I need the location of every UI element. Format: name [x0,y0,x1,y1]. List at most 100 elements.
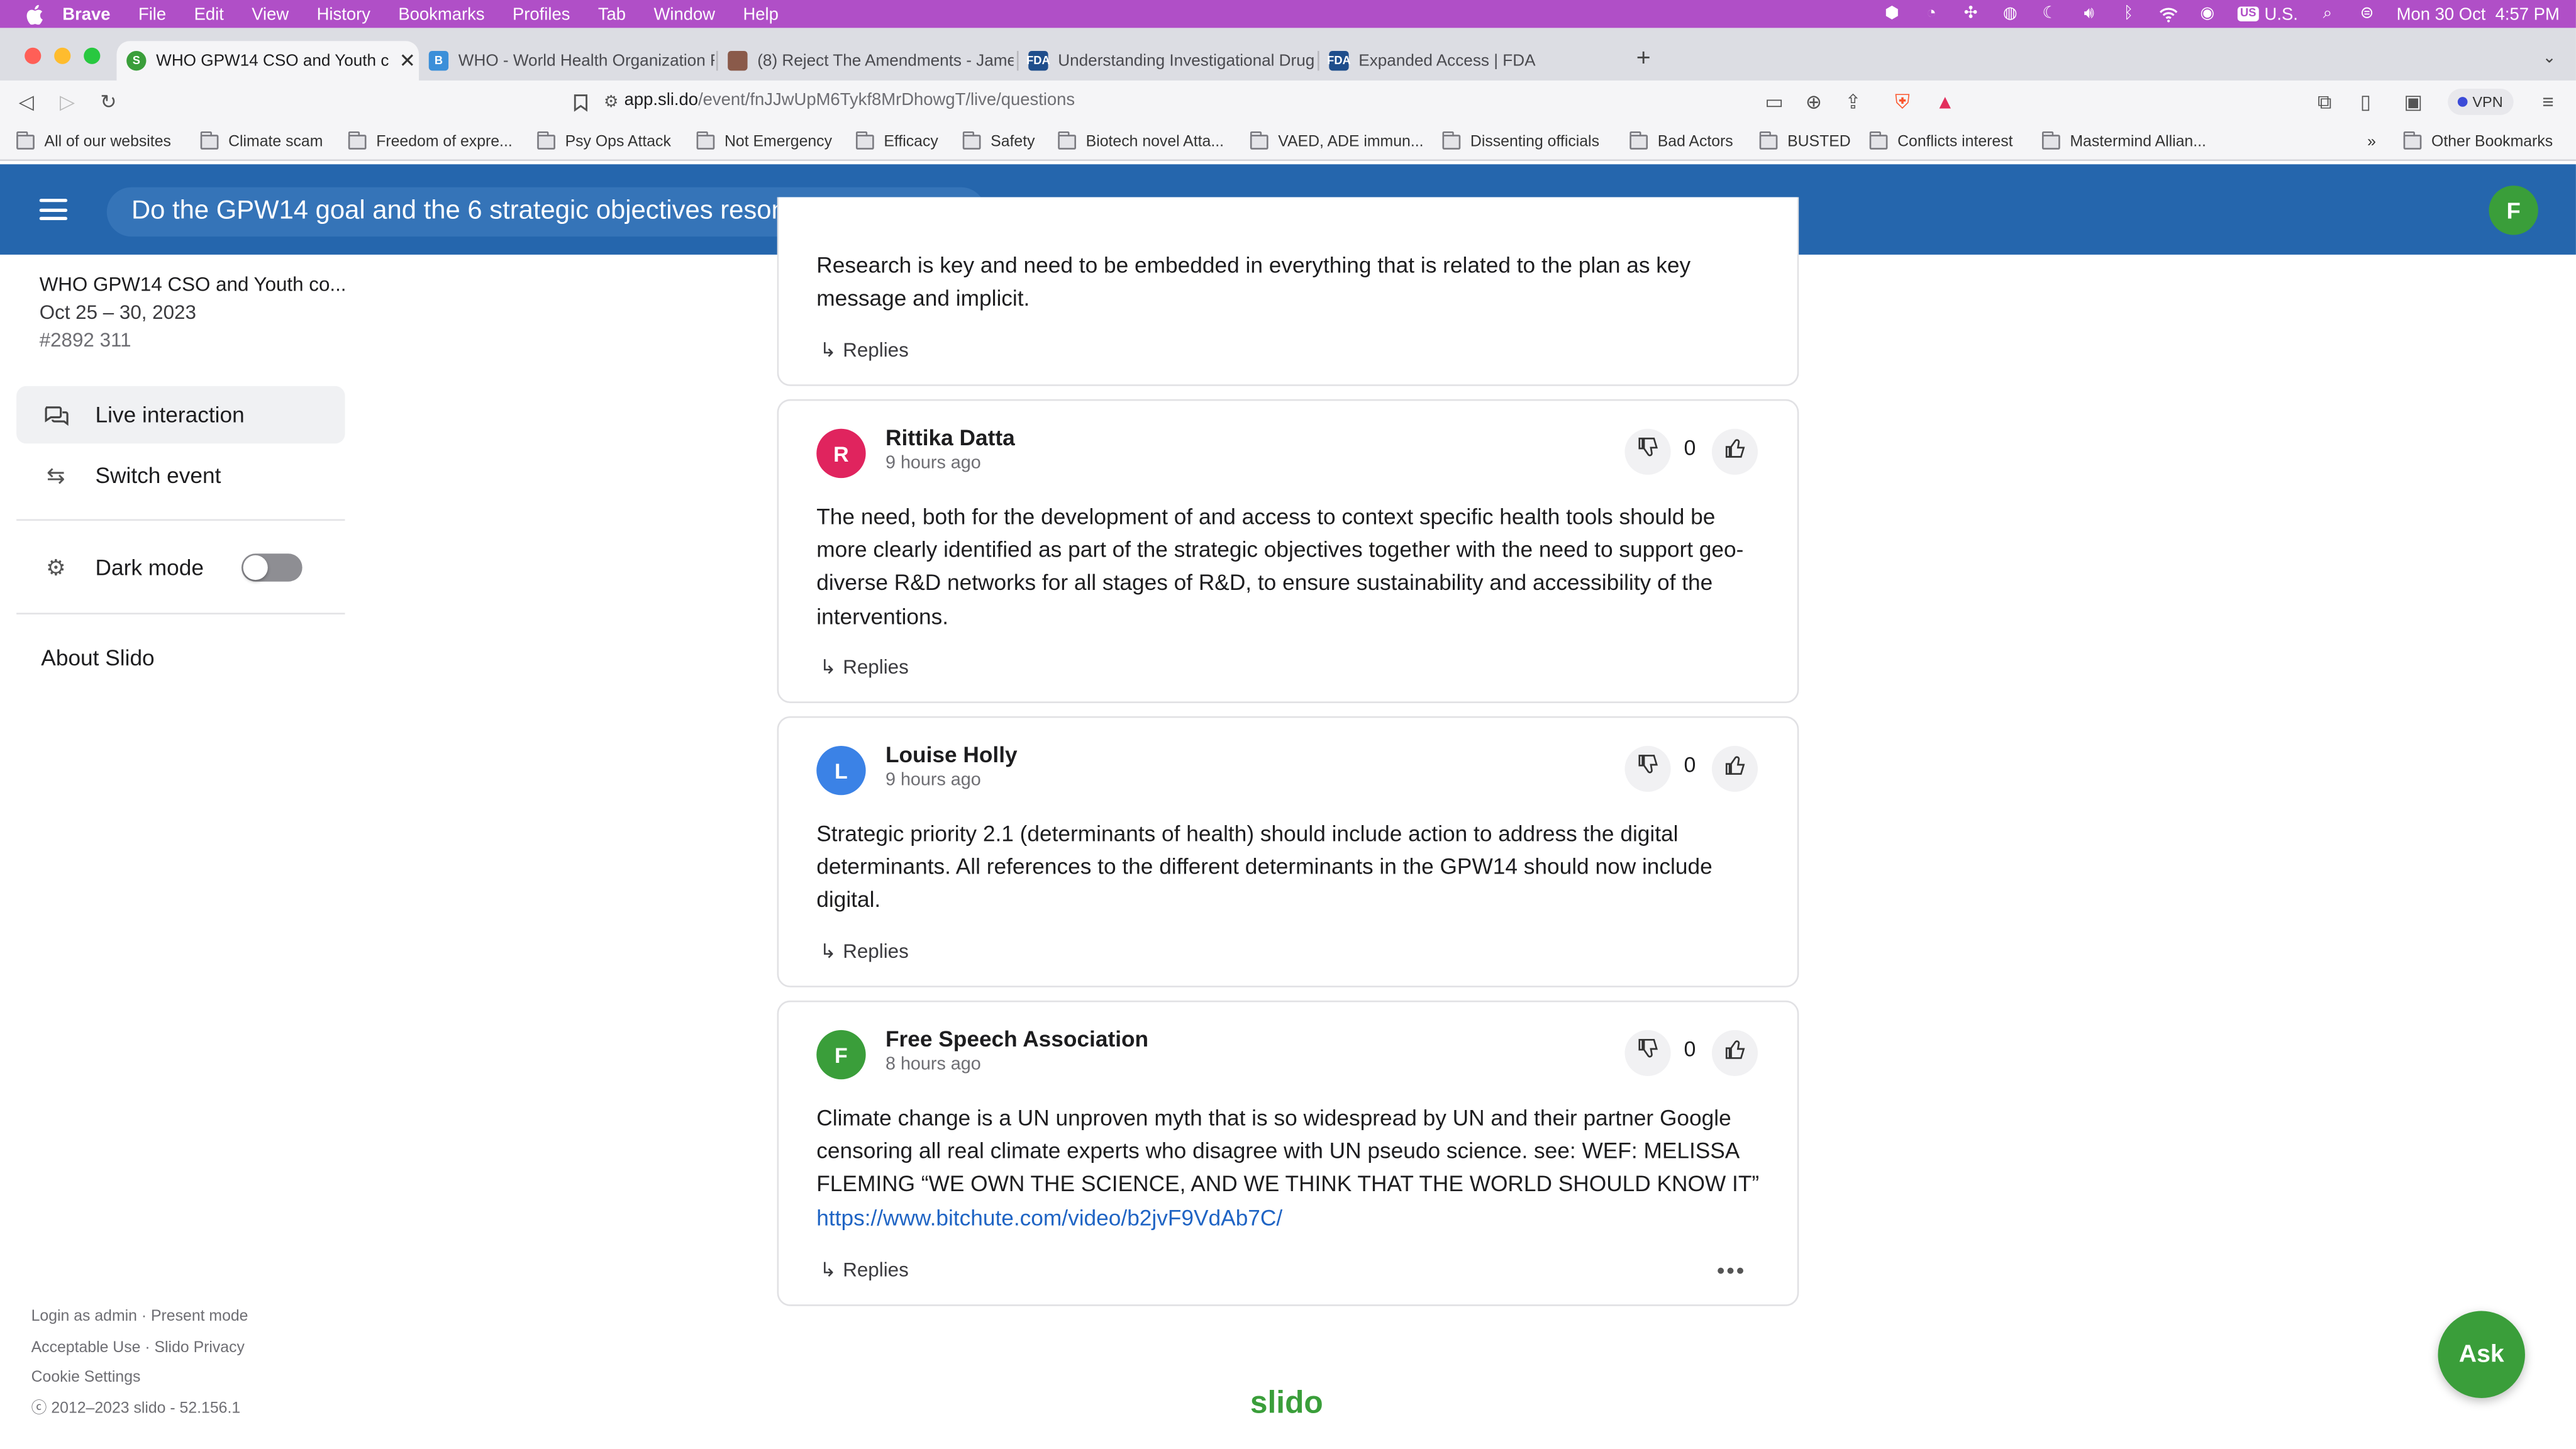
address-bar[interactable]: app.sli.do/event/fnJJwUpM6Tykf8MrDhowgT/… [625,91,1075,110]
zoom-icon[interactable]: ⊕ [1802,91,1826,114]
menu-tab[interactable]: Tab [598,4,626,24]
replies-button[interactable]: ↳ Replies [819,940,908,963]
downvote-button[interactable] [1624,1030,1671,1076]
question-time: 9 hours ago [885,453,981,474]
browser-menu-icon[interactable]: ≡ [2536,91,2560,114]
bookmark-folder[interactable]: Biotech novel Atta... [1058,131,1224,152]
menu-help[interactable]: Help [743,4,778,24]
clock[interactable]: Mon 30 Oct 4:57 PM [2397,4,2560,24]
sidebar-item-switch-event[interactable]: ⇆ Switch event [16,447,345,504]
new-tab-icon[interactable]: + [1636,45,1651,72]
bookmark-label: Conflicts interest [1897,133,2013,152]
bookmark-folder[interactable]: Dissenting officials [1442,131,1599,151]
downvote-button[interactable] [1624,745,1671,792]
extensions-icon[interactable]: ⧉ [2313,89,2336,114]
upvote-button[interactable] [1711,428,1758,475]
bookmark-folder[interactable]: Conflicts interest [1869,131,2013,152]
bookmark-folder[interactable]: Psy Ops Attack [537,131,671,151]
close-tab-icon[interactable]: ✕ [396,49,419,72]
bluetooth-icon[interactable]: ᛒ [2119,5,2138,23]
wallet-icon[interactable]: ▣ [2402,91,2425,114]
folder-icon [348,131,367,150]
spotlight-search-icon[interactable]: ⌕ [2318,5,2337,23]
bookmark-folder[interactable]: BUSTED [1759,131,1851,151]
menu-profiles[interactable]: Profiles [513,4,570,24]
bookmark-folder[interactable]: All of our websites [16,131,171,151]
bookmark-folder[interactable]: Not Emergency [696,131,832,151]
control-center-icon[interactable]: ⊜ [2357,5,2377,23]
replies-button[interactable]: ↳ Replies [819,655,908,679]
menu-edit[interactable]: Edit [194,4,224,24]
zoom-window-button[interactable] [84,47,101,64]
close-window-button[interactable] [25,47,42,64]
sidebar-item-live-interaction[interactable]: Live interaction [16,386,345,444]
footer-policy-links[interactable]: Acceptable Use · Slido Privacy [31,1333,248,1363]
upvote-button[interactable] [1711,1030,1758,1076]
share-icon[interactable]: ⇪ [1841,91,1865,114]
sidebar-toggle-icon[interactable]: ▯ [2354,91,2377,114]
bookmark-folder[interactable]: Efficacy [855,131,938,151]
about-slido-link[interactable]: About Slido [41,646,154,670]
cast-icon[interactable]: ▭ [1763,91,1786,114]
replies-button[interactable]: ↳ Replies [819,1258,908,1282]
status-area: ⬢ ◔ ✣ ◍ ☾ 🔊︎ ᛒ ◉ US U.S. ⌕ ⊜ Mon 30 Oct … [1882,0,2560,28]
forward-icon[interactable]: ▷ [56,91,79,114]
bookmark-folder[interactable]: Freedom of expre... [348,131,513,151]
pacman-status-icon[interactable]: ◔ [1921,5,1941,23]
menu-app-brave[interactable]: Brave [62,4,110,24]
footer-admin-links[interactable]: Login as admin · Present mode [31,1302,248,1333]
dark-mode-toggle[interactable] [241,553,303,582]
tab-who[interactable]: B WHO - World Health Organization R [419,41,714,80]
back-icon[interactable]: ◁ [15,91,38,114]
upvote-button[interactable] [1711,745,1758,792]
menu-bookmarks[interactable]: Bookmarks [398,4,484,24]
bookmark-folder[interactable]: VAED, ADE immun... [1250,131,1424,151]
bookmark-folder[interactable]: Climate scam [200,131,323,151]
question-link[interactable]: https://www.bitchute.com/video/b2jvF9VdA… [816,1205,1282,1230]
minimize-window-button[interactable] [54,47,71,64]
other-bookmarks[interactable]: Other Bookmarks [2403,131,2553,151]
more-options-icon[interactable]: ••• [1717,1257,1746,1283]
bookmark-folder[interactable]: Bad Actors [1629,131,1733,151]
cookie-settings-link[interactable]: Cookie Settings [31,1363,248,1394]
tab-title: Understanding Investigational Drug [1058,52,1314,70]
user-account-icon[interactable]: ◉ [2197,5,2217,23]
tab-slido[interactable]: S WHO GPW14 CSO and Youth c ✕ [116,41,419,80]
menu-window[interactable]: Window [653,4,715,24]
ask-button[interactable]: Ask [2438,1311,2525,1398]
menu-history[interactable]: History [317,4,370,24]
moon-icon[interactable]: ☾ [2040,5,2059,23]
reload-icon[interactable]: ↻ [97,91,120,114]
apple-icon[interactable] [23,4,47,24]
tab-investigational-drug[interactable]: FDA Understanding Investigational Drug [1019,41,1314,80]
bookmark-folder[interactable]: Mastermind Allian... [2041,131,2206,151]
input-source-label: U.S. [2264,4,2298,24]
brave-rewards-icon[interactable]: ▲ [1934,91,1957,114]
downvote-button[interactable] [1624,428,1671,475]
input-source-indicator[interactable]: US U.S. [2236,4,2298,24]
bookmark-icon[interactable] [569,91,592,114]
tab-reject-amendments[interactable]: (8) Reject The Amendments - Jame [718,41,1014,80]
brave-shield-status-icon[interactable]: ⬢ [1882,5,1902,23]
meter-status-icon[interactable]: ◍ [2001,5,2020,23]
reply-arrow-icon: ↳ [819,655,836,679]
user-avatar[interactable]: F [2489,186,2538,235]
fan-status-icon[interactable]: ✣ [1961,5,1980,23]
menu-file[interactable]: File [138,4,166,24]
wifi-icon[interactable] [2158,5,2177,23]
url-host: app.sli.do [624,90,699,111]
menu-view[interactable]: View [252,4,289,24]
replies-button[interactable]: ↳ Replies [819,338,908,362]
replies-label: Replies [843,1258,909,1282]
tab-search-chevron-icon[interactable]: ⌄ [2543,49,2557,67]
bookmark-folder[interactable]: Safety [962,131,1035,151]
menu-hamburger-icon[interactable] [39,199,68,221]
site-settings-icon[interactable]: ⚙ [599,91,623,114]
folder-icon [16,131,35,150]
brave-shields-icon[interactable]: ⛨ [1891,89,1914,114]
vpn-button[interactable]: VPN [2448,89,2513,115]
bookmark-label: Biotech novel Atta... [1085,133,1224,152]
tab-expanded-access[interactable]: FDA Expanded Access | FDA [1319,41,1615,80]
volume-icon[interactable]: 🔊︎ [2079,5,2099,23]
bookmarks-overflow-button[interactable]: » [2367,133,2376,152]
